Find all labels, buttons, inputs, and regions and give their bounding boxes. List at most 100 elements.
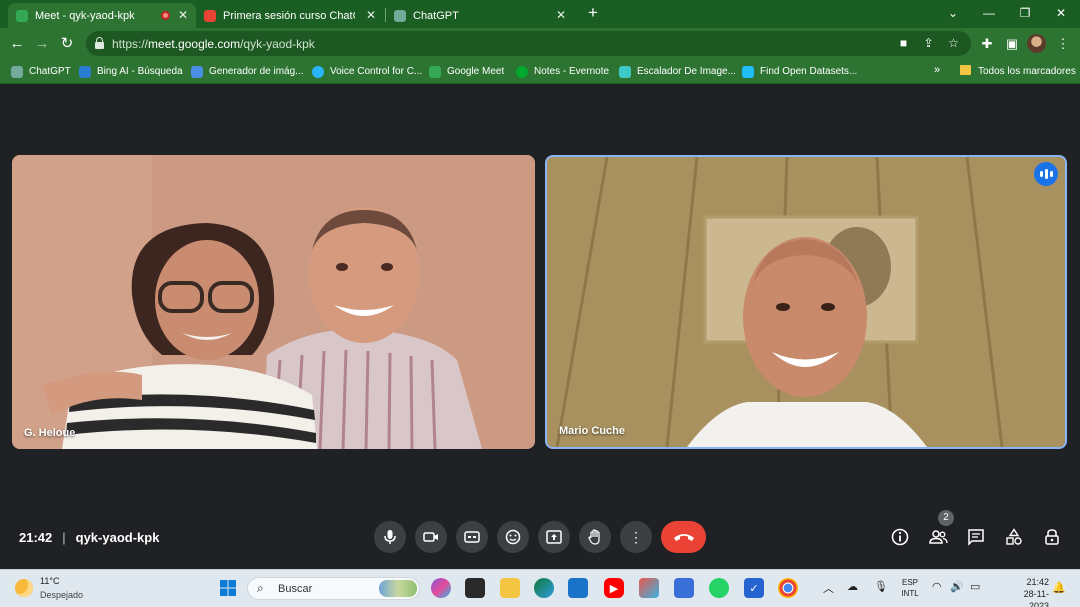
- url-text: https://meet.google.com/qyk-yaod-kpk: [112, 37, 315, 51]
- windows-taskbar: 11°C Despejado ⌕ Buscar ▶ ✓ ︿ ☁ 🎙 ESP INT…: [0, 569, 1080, 607]
- close-icon[interactable]: ✕: [178, 8, 188, 22]
- battery-icon[interactable]: ▭: [970, 580, 980, 593]
- microsoft-store-icon[interactable]: [568, 578, 588, 598]
- windows-logo-icon: [220, 580, 236, 596]
- bookmark-image-upscaler[interactable]: Escalador De Image...: [619, 64, 736, 79]
- new-tab-button[interactable]: +: [583, 3, 603, 23]
- search-icon: [191, 65, 203, 78]
- bookmarks-overflow-button[interactable]: »: [934, 64, 940, 76]
- participant-tile[interactable]: G. Heloue: [12, 155, 535, 449]
- app-icon[interactable]: [639, 578, 659, 598]
- bookmark-image-generator[interactable]: Generador de imág...: [191, 64, 304, 79]
- participant-name: G. Heloue: [24, 427, 76, 439]
- tab-title: Primera sesión curso ChatGPT -: [223, 9, 355, 22]
- app-store-icon[interactable]: [674, 578, 694, 598]
- activities-button[interactable]: [1000, 523, 1028, 551]
- kaggle-icon: [742, 65, 754, 78]
- menu-dots-icon[interactable]: ⋮: [1053, 34, 1073, 54]
- side-panel-icon[interactable]: ▣: [1002, 34, 1022, 54]
- all-bookmarks-button[interactable]: Todos los marcadores: [978, 64, 1076, 79]
- tab-meet[interactable]: Meet - qyk-yaod-kpk ✕: [8, 3, 196, 28]
- people-icon: [929, 530, 948, 544]
- meeting-clock: 21:42 | qyk-yaod-kpk: [19, 530, 160, 545]
- leave-call-button[interactable]: [661, 521, 706, 553]
- search-icon: ⌕: [257, 581, 264, 595]
- reload-button[interactable]: ↻: [57, 34, 77, 54]
- raise-hand-button[interactable]: [579, 521, 611, 553]
- tab-title: Meet - qyk-yaod-kpk: [35, 9, 135, 22]
- extensions-puzzle-icon[interactable]: ✚: [977, 34, 997, 54]
- task-view-icon[interactable]: [465, 578, 485, 598]
- volume-icon[interactable]: 🔊: [950, 580, 964, 593]
- host-controls-button[interactable]: [1038, 523, 1066, 551]
- start-button[interactable]: [218, 578, 238, 598]
- taskbar-search[interactable]: ⌕ Buscar: [247, 577, 420, 600]
- close-icon[interactable]: ✕: [366, 8, 376, 22]
- meet-stage: G. Heloue Mario Cuche 21:42 | qyk-yaod-k…: [0, 85, 1080, 569]
- bookmark-chatgpt[interactable]: ChatGPT: [11, 64, 71, 79]
- meet-icon: [16, 9, 28, 22]
- reactions-button[interactable]: [497, 521, 529, 553]
- forward-button[interactable]: →: [32, 34, 52, 54]
- todo-check-icon[interactable]: ✓: [744, 578, 764, 598]
- camera-button[interactable]: [415, 521, 447, 553]
- share-icon[interactable]: ⇪: [920, 35, 937, 52]
- weather-description[interactable]: Despejado: [40, 590, 83, 600]
- wifi-icon[interactable]: ◠: [932, 580, 942, 593]
- maximize-button[interactable]: ❐: [1014, 4, 1036, 22]
- closed-captions-icon: [464, 531, 480, 543]
- browser-tab-strip: Meet - qyk-yaod-kpk ✕ Primera sesión cur…: [0, 0, 1080, 28]
- lock-icon: [95, 37, 104, 49]
- people-button[interactable]: [924, 523, 952, 551]
- minimize-button[interactable]: —: [978, 4, 1000, 22]
- back-button[interactable]: ←: [7, 34, 27, 54]
- activities-shapes-icon: [1006, 528, 1022, 545]
- search-placeholder: Buscar: [278, 583, 313, 595]
- system-clock[interactable]: 21:42 28-11-2023: [1013, 576, 1049, 607]
- notifications-bell-icon[interactable]: 🔔: [1052, 581, 1066, 594]
- onedrive-cloud-icon[interactable]: ☁: [847, 580, 858, 593]
- bookmark-open-datasets[interactable]: Find Open Datasets...: [742, 64, 857, 79]
- video-feed-single: [547, 157, 1065, 447]
- bookmark-bing-ai[interactable]: Bing AI - Búsqueda: [79, 64, 183, 79]
- chat-icon: [968, 529, 984, 546]
- edge-icon[interactable]: [534, 578, 554, 598]
- microphone-tray-icon[interactable]: 🎙: [874, 580, 888, 593]
- chrome-icon[interactable]: [778, 578, 798, 598]
- captions-button[interactable]: [456, 521, 488, 553]
- weather-temperature[interactable]: 11°C: [40, 576, 59, 586]
- participant-name: Mario Cuche: [559, 425, 626, 437]
- meet-control-bar: 21:42 | qyk-yaod-kpk ⋮ 2: [0, 510, 1080, 559]
- weather-moon-icon[interactable]: [15, 579, 33, 597]
- video-feed-couple: [12, 155, 535, 449]
- raise-hand-icon: [588, 529, 600, 545]
- profile-avatar[interactable]: [1027, 34, 1046, 53]
- more-options-button[interactable]: ⋮: [620, 521, 652, 553]
- gmail-icon: [204, 9, 216, 22]
- bookmark-evernote[interactable]: Notes - Evernote: [516, 64, 609, 79]
- file-explorer-icon[interactable]: [500, 578, 520, 598]
- youtube-icon[interactable]: ▶: [604, 578, 624, 598]
- recording-indicator-icon: [161, 11, 170, 20]
- camera-in-use-icon[interactable]: ■: [895, 35, 912, 52]
- address-bar[interactable]: https://meet.google.com/qyk-yaod-kpk ■ ⇪…: [86, 31, 971, 56]
- tray-overflow-chevron-icon[interactable]: ︿: [823, 580, 834, 596]
- chat-button[interactable]: [962, 523, 990, 551]
- present-screen-button[interactable]: [538, 521, 570, 553]
- microphone-button[interactable]: [374, 521, 406, 553]
- close-icon[interactable]: ✕: [556, 8, 566, 22]
- bookmark-google-meet[interactable]: Google Meet: [429, 64, 504, 79]
- window-close-button[interactable]: ✕: [1050, 4, 1072, 22]
- copilot-icon[interactable]: [431, 578, 451, 598]
- participant-tile-active-speaker[interactable]: Mario Cuche: [545, 155, 1067, 449]
- input-language-indicator[interactable]: ESP INTL: [898, 577, 922, 599]
- bing-icon: [79, 65, 91, 78]
- meeting-details-button[interactable]: [886, 523, 914, 551]
- tab-search-chevron-icon[interactable]: ⌄: [942, 4, 964, 22]
- bookmark-voice-control[interactable]: Voice Control for C...: [312, 64, 422, 79]
- tab-title: ChatGPT: [413, 9, 459, 22]
- tab-gmail[interactable]: Primera sesión curso ChatGPT - ✕: [196, 3, 384, 28]
- whatsapp-icon[interactable]: [709, 578, 729, 598]
- tab-chatgpt[interactable]: ChatGPT ✕: [386, 3, 574, 28]
- bookmark-star-icon[interactable]: ☆: [945, 35, 962, 52]
